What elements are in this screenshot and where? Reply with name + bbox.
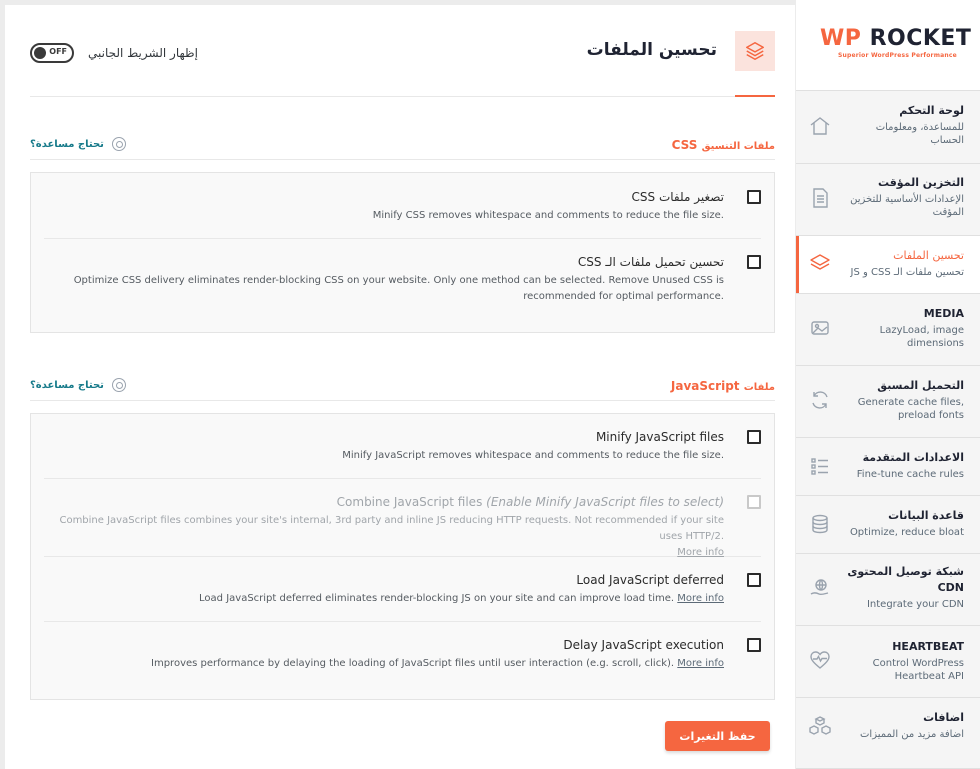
- css-section-title: ملفات التنسيق CSS: [671, 138, 775, 152]
- help-icon: [111, 378, 126, 392]
- option-label: تصغير ملفات CSS: [631, 190, 724, 204]
- layers-icon: [735, 31, 775, 71]
- option-delay-js: Delay JavaScript execution Improves perf…: [44, 622, 761, 699]
- save-changes-button[interactable]: حفظ التغيرات: [665, 721, 770, 751]
- js-section-title: ملفات JavaScript: [670, 379, 775, 393]
- option-description: Minify CSS removes whitespace and commen…: [372, 210, 724, 221]
- help-icon: [111, 137, 126, 151]
- cdn-icon: [810, 579, 829, 596]
- option-description: Minify JavaScript removes whitespace and…: [342, 450, 724, 461]
- brand-name: WP ROCKET: [820, 26, 972, 51]
- sidebar-item-text: لوحة التحكم للمساعدة، ومعلومات الحساب: [875, 104, 964, 146]
- option-description: Load JavaScript deferred eliminates rend…: [199, 593, 724, 604]
- sidebar-item-database[interactable]: قاعدة البيانات Optimize, reduce bloat: [796, 496, 980, 554]
- css-help-link[interactable]: تحتاج مساعدة؟: [30, 137, 126, 151]
- title-underline: [735, 95, 775, 97]
- sidebar-item-text: التخزين المؤقت الإعدادات الأساسية للتخزي…: [850, 176, 964, 218]
- more-info-link[interactable]: More info: [677, 658, 724, 669]
- sidebar: WP ROCKET Superior WordPress Performance…: [796, 0, 980, 769]
- refresh-icon: [812, 391, 828, 409]
- delay-js-checkbox[interactable]: [747, 638, 761, 652]
- main-panel: تحسين الملفات إظهار الشريط الجانبي OFF م…: [5, 5, 795, 769]
- load-js-deferred-checkbox[interactable]: [747, 573, 761, 587]
- option-label: Delay JavaScript execution: [563, 638, 724, 652]
- toggle-state: OFF: [49, 47, 67, 56]
- addons-icon: [809, 716, 831, 735]
- combine-js-checkbox[interactable]: [747, 495, 761, 509]
- js-options-box: Minify JavaScript files Minify JavaScrip…: [30, 413, 775, 700]
- option-description: Optimize CSS delivery eliminates render-…: [73, 275, 724, 302]
- sidebar-item-preload[interactable]: التحميل المسبق Generate cache files, pre…: [796, 366, 980, 438]
- sidebar-item-advanced-rules[interactable]: الاعدادات المتقدمة Fine-tune cache rules: [796, 438, 980, 496]
- sidebar-item-addons[interactable]: اضافات اضافة مزيد من المميزات: [796, 698, 980, 769]
- toggle-knob: [34, 47, 46, 59]
- sidebar-item-text: اضافات اضافة مزيد من المميزات: [860, 711, 964, 740]
- option-optimize-css-delivery: تحسين تحميل ملفات الـ CSS Optimize CSS d…: [44, 239, 761, 333]
- sidebar-item-text: التحميل المسبق Generate cache files, pre…: [857, 379, 964, 421]
- optimize-css-delivery-checkbox[interactable]: [747, 255, 761, 269]
- page-title: تحسين الملفات: [586, 40, 717, 60]
- sidebar-item-text: الاعدادات المتقدمة Fine-tune cache rules: [856, 451, 964, 480]
- minify-css-checkbox[interactable]: [747, 190, 761, 204]
- option-minify-css: تصغير ملفات CSS Minify CSS removes white…: [44, 173, 761, 239]
- sidebar-item-heartbeat[interactable]: HEARTBEAT Control WordPress Heartbeat AP…: [796, 626, 980, 698]
- sidebar-item-media[interactable]: MEDIA LazyLoad, image dimensions: [796, 294, 980, 366]
- option-combine-js: Combine JavaScript files (Enable Minify …: [44, 479, 761, 558]
- brand-logo[interactable]: WP ROCKET Superior WordPress Performance: [796, 0, 980, 91]
- option-label: Minify JavaScript files: [595, 430, 724, 444]
- more-info-link[interactable]: More info: [677, 593, 724, 604]
- sidebar-item-text: قاعدة البيانات Optimize, reduce bloat: [849, 509, 964, 538]
- option-description: Combine JavaScript files combines your s…: [59, 515, 724, 558]
- sidebar-item-file-optimization[interactable]: تحسين الملفات تحسين ملفات الـ CSS و JS: [796, 236, 980, 294]
- toggle-switch[interactable]: OFF: [30, 43, 74, 63]
- list-icon: [811, 458, 828, 475]
- option-label: تحسين تحميل ملفات الـ CSS: [577, 255, 724, 269]
- heartbeat-icon: [810, 651, 830, 669]
- page-header: تحسين الملفات إظهار الشريط الجانبي OFF: [30, 31, 775, 97]
- css-options-box: تصغير ملفات CSS Minify CSS removes white…: [30, 172, 775, 333]
- database-icon: [812, 514, 828, 534]
- sidebar-item-text: شبكة توصيل المحتوى CDN Integrate your CD…: [847, 565, 964, 610]
- option-description: Improves performance by delaying the loa…: [151, 658, 724, 669]
- brand-tagline: Superior WordPress Performance: [838, 52, 957, 59]
- sidebar-toggle-label: إظهار الشريط الجانبي: [88, 46, 198, 60]
- sidebar-toggle[interactable]: إظهار الشريط الجانبي OFF: [30, 43, 198, 63]
- sidebar-item-dashboard[interactable]: لوحة التحكم للمساعدة، ومعلومات الحساب: [796, 92, 980, 164]
- option-minify-js: Minify JavaScript files Minify JavaScrip…: [44, 414, 761, 479]
- sidebar-item-cdn[interactable]: شبكة توصيل المحتوى CDN Integrate your CD…: [796, 554, 980, 626]
- home-icon: [810, 117, 830, 135]
- sidebar-item-text: HEARTBEAT Control WordPress Heartbeat AP…: [872, 640, 964, 682]
- document-icon: [813, 188, 828, 208]
- sidebar-item-cache[interactable]: التخزين المؤقت الإعدادات الأساسية للتخزي…: [796, 164, 980, 236]
- layers-icon: [810, 254, 830, 270]
- option-label: Combine JavaScript files (Enable Minify …: [336, 495, 724, 509]
- sidebar-item-text: MEDIA LazyLoad, image dimensions: [879, 307, 964, 349]
- minify-js-checkbox[interactable]: [747, 430, 761, 444]
- css-section-header: ملفات التنسيق CSS تحتاج مساعدة؟: [30, 134, 775, 160]
- js-section-header: ملفات JavaScript تحتاج مساعدة؟: [30, 375, 775, 401]
- sidebar-item-text: تحسين الملفات تحسين ملفات الـ CSS و JS: [850, 249, 964, 278]
- js-help-link[interactable]: تحتاج مساعدة؟: [30, 378, 126, 392]
- option-load-js-deferred: Load JavaScript deferred Load JavaScript…: [44, 557, 761, 622]
- image-icon: [811, 321, 829, 335]
- option-label: Load JavaScript deferred: [576, 573, 724, 587]
